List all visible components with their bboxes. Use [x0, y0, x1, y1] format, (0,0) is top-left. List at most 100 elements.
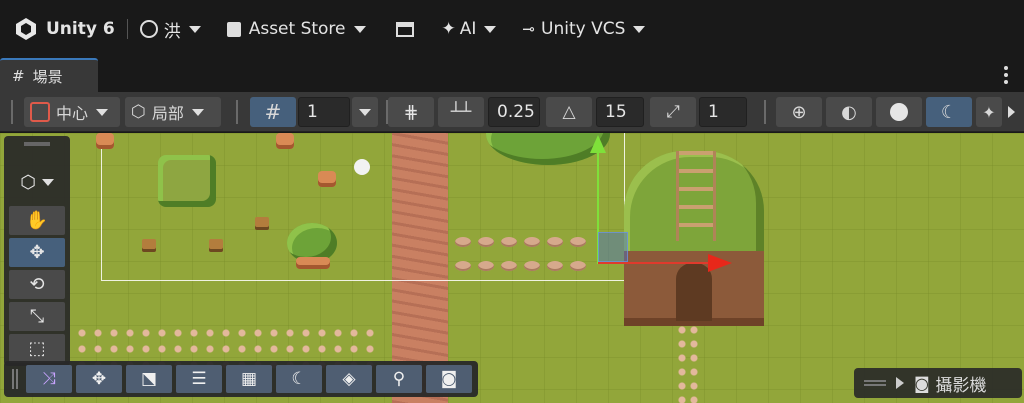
scale-icon: ⤡ — [29, 306, 45, 327]
shaded-wireframe-button[interactable]: ◐ — [826, 97, 872, 127]
ai-dropdown[interactable]: ✦ AI — [442, 14, 497, 44]
package-manager-button[interactable] — [395, 14, 414, 44]
scroll-right-icon[interactable] — [1008, 106, 1015, 118]
toolbar-grip[interactable] — [236, 100, 238, 124]
chevron-down-icon — [41, 178, 54, 186]
increment-snap-button[interactable]: ┴┴ — [438, 97, 484, 127]
branch-icon: ⊸ — [522, 20, 535, 38]
overlay-grip[interactable] — [12, 369, 18, 389]
rotate-snap-value: 15 — [605, 102, 627, 122]
overlay-grip[interactable] — [24, 142, 50, 146]
account-dropdown[interactable]: 洪 — [139, 14, 201, 44]
house-ladder — [676, 151, 716, 241]
mug-sprite — [142, 239, 156, 252]
scale-snap-button[interactable]: ⤢ — [650, 97, 696, 127]
shaded-wireframe-icon: ◐ — [841, 101, 857, 123]
chevron-down-icon — [353, 25, 366, 33]
toolbar-grip[interactable] — [764, 100, 766, 124]
scale-snap-value: 1 — [708, 102, 719, 122]
pivot-dropdown[interactable]: 中心 — [24, 97, 120, 127]
tab-scene[interactable]: # 場景 — [0, 58, 98, 92]
wagon-sprite — [158, 155, 216, 207]
stone-sprite — [501, 237, 517, 247]
shuffle-icon: ⤨ — [42, 369, 56, 389]
grid-options-dropdown[interactable] — [352, 97, 378, 127]
vcs-dropdown[interactable]: ⊸ Unity VCS — [522, 14, 646, 44]
grid-snap-button[interactable]: ⋕ — [388, 97, 434, 127]
move-arrows-icon: ✥ — [29, 242, 45, 263]
camera-overlay[interactable]: ◙ 攝影機 — [854, 368, 1022, 398]
layers-icon: ◈ — [342, 369, 356, 389]
tools-overlay: ⬡ ✋ ✥ ⟲ ⤡ ⬚ — [4, 136, 70, 366]
grid-visibility-button[interactable]: # — [250, 97, 296, 127]
rect-tool-button[interactable]: ⬚ — [9, 334, 65, 363]
tab-scene-label: 場景 — [32, 67, 63, 86]
move-gizmo-x-axis[interactable] — [598, 262, 710, 264]
rotate-tool-button[interactable]: ⟲ — [9, 270, 65, 299]
move-overlay-button[interactable]: ✥ — [76, 365, 122, 393]
tool-mode-dropdown[interactable]: ⬡ — [12, 168, 62, 196]
more-render-modes-button[interactable]: ✦ — [976, 97, 1002, 127]
rotate-snap-field[interactable]: 15 — [596, 97, 644, 127]
unity-menu-button[interactable]: Unity 6 — [14, 14, 115, 44]
move-gizmo-y-arrow[interactable] — [590, 135, 606, 153]
view-tool-button[interactable]: ✋ — [9, 206, 65, 235]
more-options-icon[interactable] — [1004, 66, 1008, 84]
lit-view-button[interactable]: ☾ — [926, 97, 972, 127]
stump-sprite — [96, 133, 114, 149]
move-arrows-icon: ✥ — [91, 369, 107, 389]
divider — [126, 19, 128, 39]
sparkle-icon: ✦ — [441, 19, 456, 39]
stump-sprite — [276, 133, 294, 149]
wireframe-sphere-icon: ⊕ — [791, 101, 807, 123]
asset-store-label: Asset Store — [248, 19, 346, 39]
mug-sprite — [255, 217, 269, 230]
rotate-icon: ⟲ — [29, 274, 45, 295]
rect-transform-icon: ⬚ — [28, 338, 46, 359]
grid-toggle-button[interactable]: ▦ — [226, 365, 272, 393]
chevron-down-icon — [359, 108, 371, 116]
camera-view-button[interactable]: ◙ — [426, 365, 472, 393]
stone-sprite — [478, 237, 494, 247]
search-icon: ⚲ — [392, 369, 406, 389]
wireframe-view-button[interactable]: ⊕ — [776, 97, 822, 127]
stone-sprite — [478, 261, 494, 271]
space-dropdown[interactable]: ⬡ 局部 — [125, 97, 221, 127]
stone-sprite — [570, 237, 586, 247]
grid-size-value: 1 — [307, 102, 318, 122]
brush-tool-button[interactable]: ⬔ — [126, 365, 172, 393]
camera-icon: ◙ — [440, 369, 458, 389]
hand-icon: ✋ — [25, 210, 49, 231]
camera-overlay-label: 攝影機 — [935, 375, 987, 396]
toolbar-grip[interactable] — [11, 100, 13, 124]
stump-sprite — [318, 171, 336, 187]
search-button[interactable]: ⚲ — [376, 365, 422, 393]
move-gizmo-plane-handle[interactable] — [598, 232, 628, 262]
expand-arrow-icon[interactable] — [896, 377, 904, 389]
shuffle-tool-button[interactable]: ⤨ — [26, 365, 72, 393]
layers-button[interactable]: ◈ — [326, 365, 372, 393]
moon-icon: ☾ — [940, 101, 958, 123]
snap-increment-value: 0.25 — [497, 102, 535, 122]
snap-increment-field[interactable]: 0.25 — [488, 97, 540, 127]
moon-icon: ☾ — [291, 369, 307, 389]
account-label: 洪 — [163, 21, 181, 42]
rotate-snap-button[interactable]: △ — [546, 97, 592, 127]
tab-strip: # 場景 — [0, 58, 1024, 92]
house-door — [676, 263, 712, 321]
account-icon — [139, 20, 158, 38]
settings-sliders-button[interactable]: ☰ — [176, 365, 222, 393]
scale-tool-button[interactable]: ⤡ — [9, 302, 65, 331]
shaded-view-button[interactable] — [876, 97, 922, 127]
overlay-grip-icon[interactable] — [864, 380, 886, 386]
pivot-icon — [30, 102, 50, 122]
cube-icon: ⬡ — [20, 171, 36, 193]
grid-size-field[interactable]: 1 — [298, 97, 350, 127]
scale-snap-field[interactable]: 1 — [699, 97, 747, 127]
video-camera-icon: ◙ — [914, 373, 930, 393]
pivot-label: 中心 — [56, 104, 89, 123]
move-gizmo-x-arrow[interactable] — [708, 254, 732, 272]
lighting-toggle-button[interactable]: ☾ — [276, 365, 322, 393]
move-tool-button[interactable]: ✥ — [9, 238, 65, 267]
asset-store-dropdown[interactable]: Asset Store — [226, 14, 366, 44]
